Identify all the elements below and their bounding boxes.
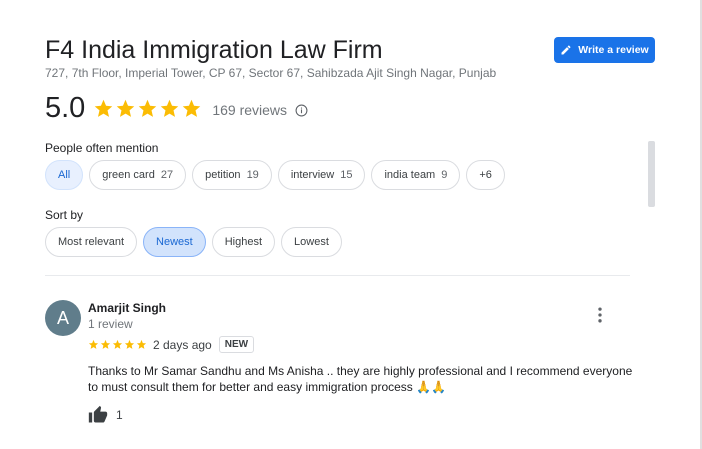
mention-chip[interactable]: green card 27 (89, 160, 187, 190)
star-icon (124, 339, 135, 349)
star-icon (117, 99, 135, 117)
review-meta: 2 days ago NEW (88, 336, 255, 353)
scrollbar[interactable] (648, 141, 655, 207)
sort-option[interactable]: Newest (143, 227, 206, 257)
reviewer-name[interactable]: Amarjit Singh (88, 301, 166, 315)
review-count[interactable]: 169 reviews (212, 102, 287, 118)
rating-stars (93, 98, 202, 119)
star-icon (100, 339, 111, 349)
star-icon (112, 339, 123, 349)
sort-option[interactable]: Most relevant (45, 227, 138, 257)
rating-value: 5.0 (45, 92, 86, 124)
star-icon (161, 99, 179, 117)
star-icon (88, 339, 99, 349)
mention-chip[interactable]: +6 (466, 160, 505, 190)
like-count: 1 (116, 408, 123, 422)
mentions-label: People often mention (45, 141, 159, 155)
review-text: Thanks to Mr Samar Sandhu and Ms Anisha … (88, 364, 633, 394)
mention-chip-count: 15 (340, 169, 353, 181)
like-row: 1 (88, 405, 123, 425)
mention-chip-label: petition (205, 169, 241, 181)
mention-chip-label: green card (102, 169, 155, 181)
star-icon (183, 99, 201, 117)
thumbs-up-icon[interactable] (88, 405, 108, 425)
sort-option[interactable]: Lowest (281, 227, 342, 257)
mention-chip-label: +6 (479, 169, 492, 181)
more-options-icon[interactable] (590, 305, 610, 325)
new-badge: NEW (218, 336, 255, 353)
sort-chips: Most relevant Newest Highest Lowest (45, 227, 342, 257)
write-review-button[interactable]: Write a review (554, 37, 655, 63)
sort-label: Sort by (45, 208, 84, 222)
sort-option[interactable]: Highest (211, 227, 276, 257)
info-icon[interactable] (295, 104, 308, 117)
mention-chip-count: 27 (160, 169, 174, 181)
mention-chip[interactable]: petition 19 (192, 160, 272, 190)
business-title: F4 India Immigration Law Firm (45, 36, 383, 64)
review-stars (88, 339, 147, 350)
avatar[interactable]: A (45, 300, 81, 336)
star-icon (139, 99, 157, 117)
mention-chips: All green card 27 petition 19 interview 15 indi… (45, 160, 505, 190)
pencil-icon (561, 45, 571, 55)
mention-chip-label: interview (290, 169, 335, 181)
mention-chip-label: india team (384, 169, 436, 181)
mention-chip[interactable]: india team 9 (371, 160, 461, 190)
review-time: 2 days ago (153, 337, 212, 352)
reviewer-review-count: 1 review (88, 317, 133, 331)
divider (45, 275, 630, 276)
mention-chip[interactable]: interview 15 (277, 160, 366, 190)
mention-chip-count: 19 (246, 169, 259, 181)
mention-chip[interactable]: All (45, 160, 84, 190)
write-review-label: Write a review (578, 44, 649, 56)
rating-summary: 5.0 169 reviews (45, 92, 308, 125)
business-address: 727, 7th Floor, Imperial Tower, CP 67, S… (45, 66, 497, 80)
mention-chip-label: All (58, 169, 71, 181)
star-icon (95, 99, 113, 117)
star-icon (136, 339, 147, 349)
mention-chip-count: 9 (441, 169, 448, 181)
